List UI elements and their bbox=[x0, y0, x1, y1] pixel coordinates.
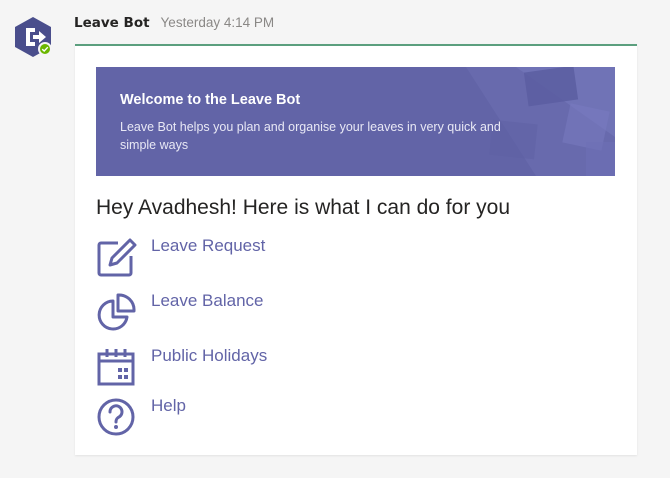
greeting-text: Hey Avadhesh! Here is what I can do for … bbox=[96, 196, 511, 219]
leave-request-label[interactable]: Leave Request bbox=[151, 236, 265, 256]
help-label[interactable]: Help bbox=[151, 396, 186, 416]
presence-available-icon bbox=[38, 42, 52, 56]
banner-description: Leave Bot helps you plan and organise yo… bbox=[120, 120, 501, 152]
help-icon bbox=[96, 396, 138, 438]
calendar-icon bbox=[96, 346, 138, 388]
sender-name[interactable]: Leave Bot bbox=[74, 15, 150, 31]
public-holidays-label[interactable]: Public Holidays bbox=[151, 346, 267, 366]
leave-balance-action[interactable]: Leave Balance bbox=[96, 291, 496, 335]
leave-request-action[interactable]: Leave Request bbox=[96, 236, 496, 280]
leave-balance-label[interactable]: Leave Balance bbox=[151, 291, 263, 311]
help-action[interactable]: Help bbox=[96, 396, 496, 440]
pie-chart-icon bbox=[96, 291, 138, 333]
message-header: Leave Bot Yesterday 4:14 PM bbox=[74, 15, 274, 35]
message-timestamp: Yesterday 4:14 PM bbox=[160, 15, 275, 30]
welcome-banner: Welcome to the Leave Bot Leave Bot helps… bbox=[96, 67, 615, 176]
banner-title: Welcome to the Leave Bot bbox=[120, 92, 301, 108]
public-holidays-action[interactable]: Public Holidays bbox=[96, 346, 496, 390]
adaptive-card: Welcome to the Leave Bot Leave Bot helps… bbox=[75, 44, 637, 455]
edit-icon bbox=[96, 236, 138, 278]
